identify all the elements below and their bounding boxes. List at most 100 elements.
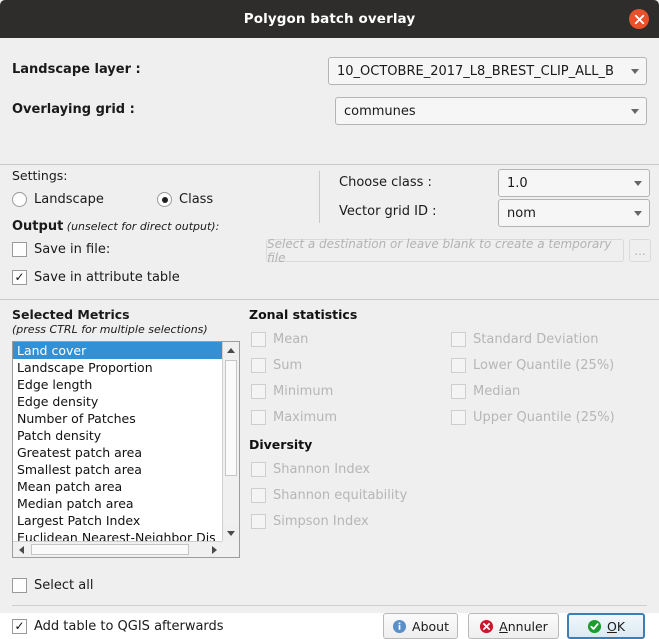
checkbox-shannon-equitability: Shannon equitability xyxy=(251,488,407,503)
checkbox-lower-quantile-25: Lower Quantile (25%) xyxy=(451,358,614,373)
about-button[interactable]: About xyxy=(383,613,458,639)
about-button-label: About xyxy=(412,618,449,634)
checkbox-maximum: Maximum xyxy=(251,410,337,425)
scroll-left-icon[interactable] xyxy=(13,542,29,557)
checkbox-label: Median xyxy=(473,384,521,399)
chevron-down-icon xyxy=(628,68,642,74)
checkbox-mean: Mean xyxy=(251,332,308,347)
add-table-to-qgis-checkbox[interactable]: Add table to QGIS afterwards xyxy=(12,619,224,634)
add-table-to-qgis-label: Add table to QGIS afterwards xyxy=(34,619,224,634)
settings-mode-radiogroup: Landscape Class xyxy=(12,192,242,212)
select-all-checkbox[interactable]: Select all xyxy=(12,578,93,593)
cancel-icon xyxy=(480,619,494,633)
checkbox-icon xyxy=(12,578,27,593)
scroll-right-icon[interactable] xyxy=(206,542,222,557)
list-item[interactable]: Number of Patches xyxy=(13,410,222,427)
list-item[interactable]: Edge density xyxy=(13,393,222,410)
checkbox-icon xyxy=(12,270,27,285)
save-in-attribute-table-checkbox[interactable]: Save in attribute table xyxy=(12,270,180,285)
settings-divider-vertical xyxy=(319,171,320,223)
checkbox-label: Simpson Index xyxy=(273,514,369,529)
scroll-up-icon[interactable] xyxy=(223,342,239,358)
chevron-down-icon xyxy=(631,210,645,216)
radio-landscape[interactable]: Landscape xyxy=(12,192,104,207)
browse-file-button[interactable]: ... xyxy=(629,239,651,262)
checkbox-label: Sum xyxy=(273,358,303,373)
checkbox-label: Shannon equitability xyxy=(273,488,408,503)
overlaying-grid-select[interactable]: communes xyxy=(335,97,647,125)
checkbox-simpson-index: Simpson Index xyxy=(251,514,369,529)
checkbox-minimum: Minimum xyxy=(251,384,333,399)
choose-class-label: Choose class : xyxy=(339,175,432,190)
checkbox-upper-quantile-25: Upper Quantile (25%) xyxy=(451,410,615,425)
selected-metrics-subtitle: (press CTRL for multiple selections) xyxy=(12,323,208,336)
list-item[interactable]: Euclidean Nearest-Neighbor Dis xyxy=(13,529,222,541)
vertical-scrollbar-thumb[interactable] xyxy=(225,360,237,476)
dialog-body: Landscape layer : 10_OCTOBRE_2017_L8_BRE… xyxy=(0,38,659,639)
dialog-window: Polygon batch overlay Landscape layer : … xyxy=(0,0,659,639)
save-in-attribute-table-label: Save in attribute table xyxy=(34,270,180,285)
metrics-list[interactable]: Land cover Landscape Proportion Edge lengt… xyxy=(13,342,222,541)
metrics-vertical-scrollbar[interactable] xyxy=(222,342,239,541)
list-item[interactable]: Smallest patch area xyxy=(13,461,222,478)
title-bar: Polygon batch overlay xyxy=(0,0,659,38)
radio-icon xyxy=(157,192,172,207)
scroll-down-icon[interactable] xyxy=(223,525,239,541)
list-item[interactable]: Edge length xyxy=(13,376,222,393)
vector-grid-id-select[interactable]: nom xyxy=(498,199,650,227)
list-item[interactable]: Landscape Proportion xyxy=(13,359,222,376)
choose-class-value: 1.0 xyxy=(507,175,528,191)
chevron-down-icon xyxy=(628,108,642,114)
landscape-layer-value: 10_OCTOBRE_2017_L8_BREST_CLIP_ALL_B xyxy=(337,63,614,79)
list-item[interactable]: Median patch area xyxy=(13,495,222,512)
overlaying-grid-value: communes xyxy=(344,103,416,119)
settings-label: Settings: xyxy=(12,168,68,183)
checkbox-icon xyxy=(251,410,266,425)
list-item[interactable]: Greatest patch area xyxy=(13,444,222,461)
list-item[interactable]: Patch density xyxy=(13,427,222,444)
overlaying-grid-row: Overlaying grid : communes xyxy=(12,96,647,126)
checkbox-shannon-index: Shannon Index xyxy=(251,462,370,477)
check-icon xyxy=(587,619,602,633)
checkbox-icon xyxy=(251,488,266,503)
metrics-listbox[interactable]: Land cover Landscape Proportion Edge lengt… xyxy=(12,341,240,558)
vector-grid-id-value: nom xyxy=(507,205,536,221)
radio-icon xyxy=(12,192,27,207)
output-title: Output xyxy=(12,219,64,234)
save-in-file-label: Save in file: xyxy=(34,242,111,257)
zonal-statistics-title: Zonal statistics xyxy=(249,307,358,322)
cancel-button[interactable]: Annuler xyxy=(468,613,559,639)
checkbox-label: Mean xyxy=(273,332,309,347)
radio-class[interactable]: Class xyxy=(157,192,213,207)
checkbox-label: Maximum xyxy=(273,410,338,425)
select-all-label: Select all xyxy=(34,578,94,593)
diversity-title: Diversity xyxy=(249,437,313,452)
scrollbar-corner xyxy=(222,541,239,557)
selected-metrics-title: Selected Metrics xyxy=(12,307,130,322)
overlaying-grid-label: Overlaying grid : xyxy=(12,102,135,117)
checkbox-icon xyxy=(451,410,466,425)
window-title: Polygon batch overlay xyxy=(243,11,416,27)
destination-file-placeholder: Select a destination or leave blank to c… xyxy=(267,236,612,265)
checkbox-label: Lower Quantile (25%) xyxy=(473,358,615,373)
list-item[interactable]: Largest Patch Index xyxy=(13,512,222,529)
list-item[interactable]: Land cover xyxy=(13,342,222,359)
ok-button[interactable]: OK xyxy=(567,613,645,639)
ok-button-label: OK xyxy=(606,618,626,634)
destination-file-input[interactable]: Select a destination or leave blank to c… xyxy=(266,236,624,265)
radio-class-label: Class xyxy=(179,192,214,207)
list-item[interactable]: Mean patch area xyxy=(13,478,222,495)
close-icon[interactable] xyxy=(629,9,649,29)
metrics-horizontal-scrollbar[interactable] xyxy=(13,541,222,557)
checkbox-median: Median xyxy=(451,384,520,399)
choose-class-select[interactable]: 1.0 xyxy=(498,169,650,197)
cancel-button-label: Annuler xyxy=(499,618,548,634)
save-in-file-checkbox[interactable]: Save in file: xyxy=(12,242,110,257)
landscape-layer-select[interactable]: 10_OCTOBRE_2017_L8_BREST_CLIP_ALL_B xyxy=(328,57,647,85)
settings-divider-top xyxy=(0,164,659,165)
checkbox-icon xyxy=(451,332,466,347)
checkbox-icon xyxy=(451,384,466,399)
checkbox-label: Minimum xyxy=(273,384,334,399)
horizontal-scrollbar-thumb[interactable] xyxy=(31,544,189,555)
chevron-down-icon xyxy=(631,180,645,186)
